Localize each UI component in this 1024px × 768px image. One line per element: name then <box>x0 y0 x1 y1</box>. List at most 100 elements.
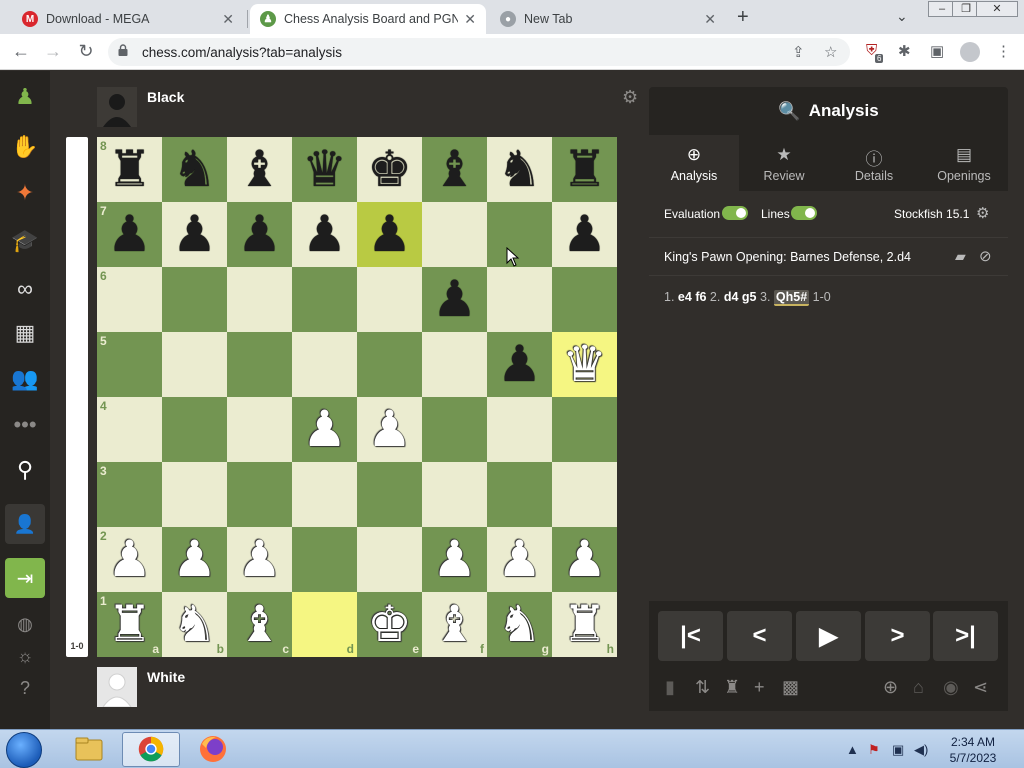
black-king[interactable]: ♚ <box>357 137 422 202</box>
square-f1[interactable]: f ♝ <box>422 592 487 657</box>
square-g4[interactable] <box>487 397 552 462</box>
square-e4[interactable]: ♟ <box>357 397 422 462</box>
black-rook[interactable]: ♜ <box>97 137 162 202</box>
black-pawn[interactable]: ♟ <box>552 202 617 267</box>
close-tab-icon[interactable]: ✕ <box>464 11 476 28</box>
square-c7[interactable]: ♟ <box>227 202 292 267</box>
white-pawn[interactable]: ♟ <box>97 527 162 592</box>
close-tab-icon[interactable]: ✕ <box>222 11 234 28</box>
white-rook[interactable]: ♜ <box>97 592 162 657</box>
square-d5[interactable] <box>292 332 357 397</box>
black-bishop[interactable]: ♝ <box>227 137 292 202</box>
square-c6[interactable] <box>227 267 292 332</box>
bookmark-star-icon[interactable]: ☆ <box>824 43 837 61</box>
forward-arrow-icon[interactable]: → <box>42 41 64 62</box>
setup-board-icon[interactable]: ▩ <box>782 677 799 698</box>
square-e1[interactable]: e ♚ <box>357 592 422 657</box>
square-f5[interactable] <box>422 332 487 397</box>
square-a7[interactable]: 7 ♟ <box>97 202 162 267</box>
play-button[interactable]: ▶ <box>796 611 861 661</box>
tray-volume-icon[interactable]: ◀) <box>914 742 928 758</box>
black-pawn[interactable]: ♟ <box>97 202 162 267</box>
white-knight[interactable]: ♞ <box>487 592 552 657</box>
move[interactable]: d4 <box>724 290 739 304</box>
login-icon[interactable]: ⇥ <box>5 558 45 598</box>
white-pawn[interactable]: ♟ <box>487 527 552 592</box>
square-e2[interactable] <box>357 527 422 592</box>
tab-review[interactable]: ★ Review <box>739 135 829 191</box>
current-move[interactable]: Qh5# <box>773 290 810 306</box>
watch-binoculars-icon[interactable]: ∞ <box>11 275 39 303</box>
square-d6[interactable] <box>292 267 357 332</box>
help-icon[interactable]: ? <box>11 674 39 702</box>
first-move-button[interactable]: |< <box>658 611 723 661</box>
tray-flag-icon[interactable]: ⚑ <box>868 742 880 758</box>
black-pawn[interactable]: ♟ <box>292 202 357 267</box>
white-pawn[interactable]: ♟ <box>227 527 292 592</box>
library-icon[interactable]: ⌂ <box>913 677 924 698</box>
black-pawn[interactable]: ♟ <box>357 202 422 267</box>
previous-move-button[interactable]: < <box>727 611 792 661</box>
square-a2[interactable]: 2 ♟ <box>97 527 162 592</box>
square-e8[interactable]: ♚ <box>357 137 422 202</box>
close-window-icon[interactable]: ✕ <box>976 1 1018 17</box>
square-b5[interactable] <box>162 332 227 397</box>
explore-compass-icon[interactable]: ⊘ <box>979 247 992 265</box>
tab-chess-analysis[interactable]: ♟ Chess Analysis Board and PGN Ed ✕ <box>250 4 486 34</box>
theme-sun-icon[interactable]: ☼ <box>11 642 39 670</box>
square-g2[interactable]: ♟ <box>487 527 552 592</box>
add-game-icon[interactable]: + <box>754 677 765 698</box>
square-f3[interactable] <box>422 462 487 527</box>
square-f6[interactable]: ♟ <box>422 267 487 332</box>
square-e6[interactable] <box>357 267 422 332</box>
square-h1[interactable]: h ♜ <box>552 592 617 657</box>
white-queen[interactable]: ♛ <box>552 332 617 397</box>
square-a8[interactable]: 8 ♜ <box>97 137 162 202</box>
last-move-button[interactable]: >| <box>933 611 998 661</box>
square-h3[interactable] <box>552 462 617 527</box>
square-g5[interactable]: ♟ <box>487 332 552 397</box>
square-b1[interactable]: b ♞ <box>162 592 227 657</box>
learn-cap-icon[interactable]: 🎓 <box>11 227 39 255</box>
back-arrow-icon[interactable]: ← <box>10 41 32 62</box>
square-a3[interactable]: 3 <box>97 462 162 527</box>
black-pawn[interactable]: ♟ <box>162 202 227 267</box>
record-icon[interactable]: ◉ <box>943 677 959 698</box>
white-pawn[interactable]: ♟ <box>357 397 422 462</box>
share-icon[interactable]: ⇪ <box>792 43 805 61</box>
chess-board[interactable]: 8 ♜ ♞ ♝ ♛ ♚ ♝ ♞ ♜ 7 ♟ ♟ ♟ ♟ ♟ ♟ 6 ♟ 5 ♟ ♛ 4 ♟ ♟ 3 2 ♟ ♟ ♟ ♟ ♟ ♟ 1 a ♜ b ♞ c ♝ d… <box>97 137 617 657</box>
white-rook[interactable]: ♜ <box>552 592 617 657</box>
square-g6[interactable] <box>487 267 552 332</box>
black-knight[interactable]: ♞ <box>487 137 552 202</box>
white-knight[interactable]: ♞ <box>162 592 227 657</box>
black-pawn[interactable]: ♟ <box>227 202 292 267</box>
black-pawn[interactable]: ♟ <box>422 267 487 332</box>
square-f2[interactable]: ♟ <box>422 527 487 592</box>
square-c5[interactable] <box>227 332 292 397</box>
square-g8[interactable]: ♞ <box>487 137 552 202</box>
square-g1[interactable]: g ♞ <box>487 592 552 657</box>
white-pawn[interactable]: ♟ <box>292 397 357 462</box>
more-dots-icon[interactable]: ••• <box>11 411 39 439</box>
white-king[interactable]: ♚ <box>357 592 422 657</box>
white-pawn[interactable]: ♟ <box>552 527 617 592</box>
board-settings-gear-icon[interactable]: ⚙ <box>622 87 638 108</box>
close-tab-icon[interactable]: ✕ <box>704 11 716 28</box>
search-icon[interactable]: ⚲ <box>11 456 39 484</box>
tab-analysis[interactable]: ⊕ Analysis <box>649 135 739 191</box>
puzzles-icon[interactable]: ✦ <box>11 179 39 207</box>
square-d4[interactable]: ♟ <box>292 397 357 462</box>
analyze-magnify-icon[interactable]: ⊕ <box>883 677 898 698</box>
side-panel-icon[interactable]: ▣ <box>930 42 944 60</box>
square-a4[interactable]: 4 <box>97 397 162 462</box>
square-d3[interactable] <box>292 462 357 527</box>
white-pawn[interactable]: ♟ <box>162 527 227 592</box>
chesscom-logo-icon[interactable]: ♟ <box>11 83 39 111</box>
square-f8[interactable]: ♝ <box>422 137 487 202</box>
square-g3[interactable] <box>487 462 552 527</box>
tab-new-tab[interactable]: ● New Tab ✕ <box>490 4 726 34</box>
next-move-button[interactable]: > <box>865 611 930 661</box>
square-a1[interactable]: 1 a ♜ <box>97 592 162 657</box>
square-a6[interactable]: 6 <box>97 267 162 332</box>
move[interactable]: f6 <box>695 290 706 304</box>
